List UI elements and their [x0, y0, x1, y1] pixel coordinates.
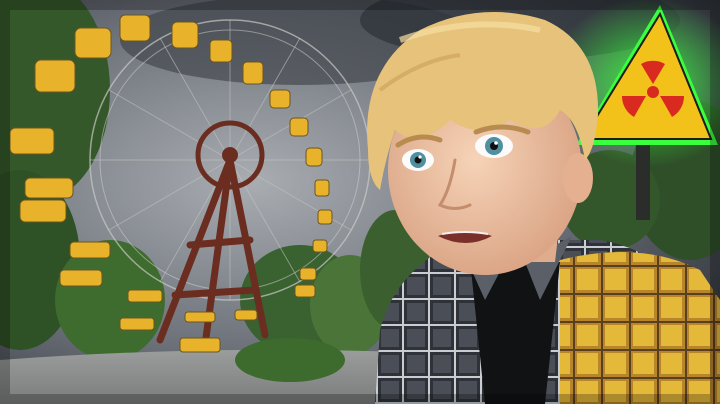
bush [235, 338, 345, 382]
eye [402, 149, 434, 171]
shirt-yellow-panel [560, 252, 720, 404]
ear [563, 153, 593, 203]
eye [475, 134, 513, 158]
thumbnail-scene [0, 0, 720, 404]
thumbnail-illustration [0, 0, 720, 404]
